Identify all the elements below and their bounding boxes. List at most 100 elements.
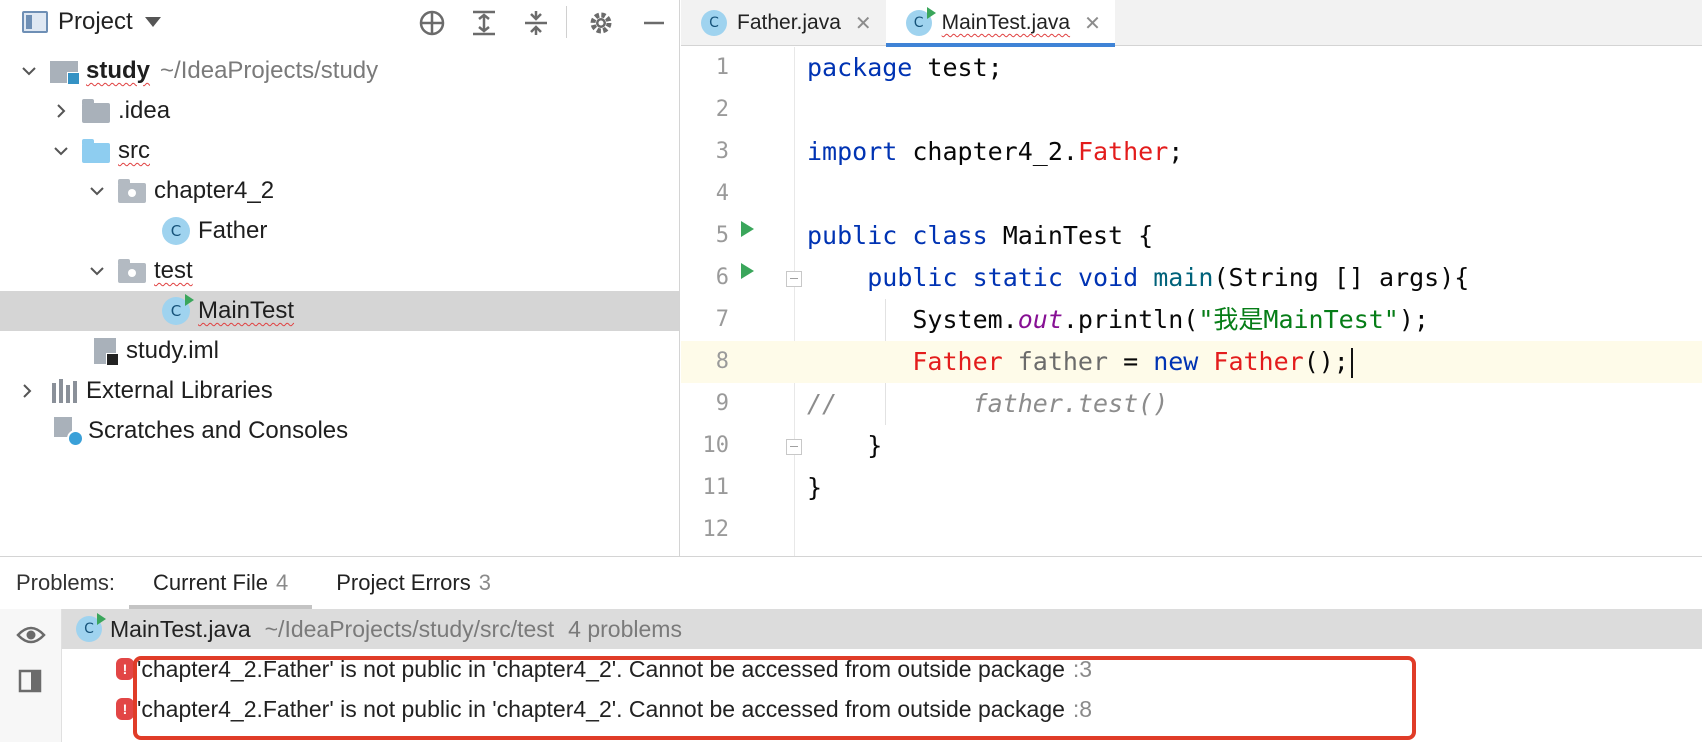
problems-tab-bar: Problems: Current File 4 Project Errors 3 [0,557,1702,609]
tree-item-label: chapter4_2 [154,177,275,204]
code-line-5[interactable]: public class MainTest { [795,215,1702,257]
line-number: 11 [702,475,730,500]
eye-icon[interactable] [16,623,46,652]
library-icon [52,379,78,403]
runnable-class-icon: C [905,7,936,36]
tree-item-label: study.iml [126,337,219,364]
tab-label: MainTest.java [941,11,1071,34]
tree-item-label: study [86,57,151,84]
tree-item-label: test [154,257,193,284]
chevron-down-icon[interactable] [18,60,40,82]
close-icon[interactable]: ✕ [855,11,872,36]
line-number: 6 [715,265,729,290]
runnable-class-icon: C [76,613,106,642]
expand-all-icon[interactable] [468,7,500,39]
problems-label: Problems: [16,570,116,595]
line-number: 4 [715,181,729,206]
tree-item-label: MainTest [198,297,295,324]
run-badge-icon [185,294,194,306]
code-editor[interactable]: 1 2 3 4 5 6 7 8 9 10 11 12 package test;… [681,47,1702,556]
gear-icon[interactable] [585,7,617,39]
line-number: 5 [715,223,729,248]
problem-line: :8 [1072,695,1093,722]
preview-panel-icon[interactable] [18,669,42,698]
problem-message: 'chapter4_2.Father' is not public in 'ch… [137,695,1065,722]
tree-item-label: Father [198,217,268,244]
line-number: 8 [715,349,729,374]
minimize-icon[interactable] [638,7,670,39]
folder-icon [82,99,110,123]
code-line-1[interactable]: package test; [795,47,1702,89]
code-line-11[interactable]: } [795,467,1702,509]
line-number: 2 [715,97,729,122]
chevron-down-icon[interactable] [144,17,161,27]
project-icon [22,11,48,33]
tree-item-maintest[interactable]: C MainTest [0,291,679,331]
tree-item-src[interactable]: src [0,131,679,171]
package-icon [118,179,146,203]
tree-item-father[interactable]: C Father [0,211,679,251]
error-icon: ! [116,698,134,720]
locate-icon[interactable] [416,7,448,39]
problem-item[interactable]: ! 'chapter4_2.Father' is not public in '… [62,689,1702,729]
tab-label: Father.java [737,11,841,34]
tree-item-external-libraries[interactable]: External Libraries [0,371,679,411]
text-caret [1350,348,1353,378]
runnable-class-icon: C [162,294,194,325]
code-line-10[interactable]: } [795,425,1702,467]
code-line-3[interactable]: import chapter4_2.Father; [795,131,1702,173]
tree-item-label: .idea [118,97,171,124]
problem-count: 3 [478,570,491,595]
project-tree: study ~/IdeaProjects/study .idea src cha… [0,51,679,451]
line-number: 1 [715,55,729,80]
chevron-right-icon[interactable] [16,380,38,402]
tree-item-study[interactable]: study ~/IdeaProjects/study [0,51,679,91]
collapse-all-icon[interactable] [520,7,552,39]
problems-list: C MainTest.java ~/IdeaProjects/study/src… [62,609,1702,742]
chevron-down-icon[interactable] [86,260,108,282]
line-number: 12 [702,517,730,542]
tree-item-chapter4-2[interactable]: chapter4_2 [0,171,679,211]
project-tool-window: Project study ~/IdeaProjects/study .idea… [0,0,680,556]
chevron-down-icon[interactable] [86,180,108,202]
code-line-9[interactable]: // father.test() [795,383,1702,425]
project-title[interactable]: Project [58,8,133,36]
tree-item-scratches[interactable]: Scratches and Consoles [0,411,679,451]
module-file-icon [94,338,119,366]
problem-file-name: MainTest.java [110,615,251,642]
problems-tool-window: Problems: Current File 4 Project Errors 3 … [0,556,1702,742]
close-icon[interactable]: ✕ [1084,11,1101,36]
tree-item-idea[interactable]: .idea [0,91,679,131]
problems-side-toolbar [0,609,62,742]
toolbar-separator [566,6,567,38]
scratches-icon [54,417,84,447]
source-folder-icon [82,139,110,163]
line-number: 10 [702,433,730,458]
problem-item[interactable]: ! 'chapter4_2.Father' is not public in '… [62,649,1702,689]
editor-tab-bar: C Father.java ✕ C MainTest.java ✕ [681,0,1702,47]
tab-current-file[interactable]: Current File 4 [129,557,313,609]
problem-message: 'chapter4_2.Father' is not public in 'ch… [137,655,1065,682]
line-number: 9 [715,391,729,416]
problem-file-row[interactable]: C MainTest.java ~/IdeaProjects/study/src… [62,609,1702,649]
tab-father-java[interactable]: C Father.java ✕ [681,0,886,46]
tab-maintest-java[interactable]: C MainTest.java ✕ [885,0,1115,47]
run-gutter-icon[interactable] [741,221,754,237]
error-icon: ! [116,658,134,680]
tree-item-study-iml[interactable]: study.iml [0,331,679,371]
tab-project-errors[interactable]: Project Errors 3 [312,557,515,609]
tree-item-path: ~/IdeaProjects/study [160,57,379,84]
chevron-right-icon[interactable] [50,100,72,122]
code-line-8[interactable]: Father father = new Father(); [795,341,1702,383]
line-number: 3 [715,139,729,164]
project-header: Project [0,0,679,44]
tree-item-label: Scratches and Consoles [88,417,349,444]
problem-count: 4 [275,570,289,595]
code-line-6[interactable]: public static void main(String [] args){ [795,257,1702,299]
code-line-7[interactable]: System.out.println("我是MainTest"); [795,299,1702,341]
run-gutter-icon[interactable] [741,263,754,279]
problem-file-count: 4 problems [568,615,682,642]
chevron-down-icon[interactable] [50,140,72,162]
module-folder-icon [50,61,80,85]
tree-item-test[interactable]: test [0,251,679,291]
